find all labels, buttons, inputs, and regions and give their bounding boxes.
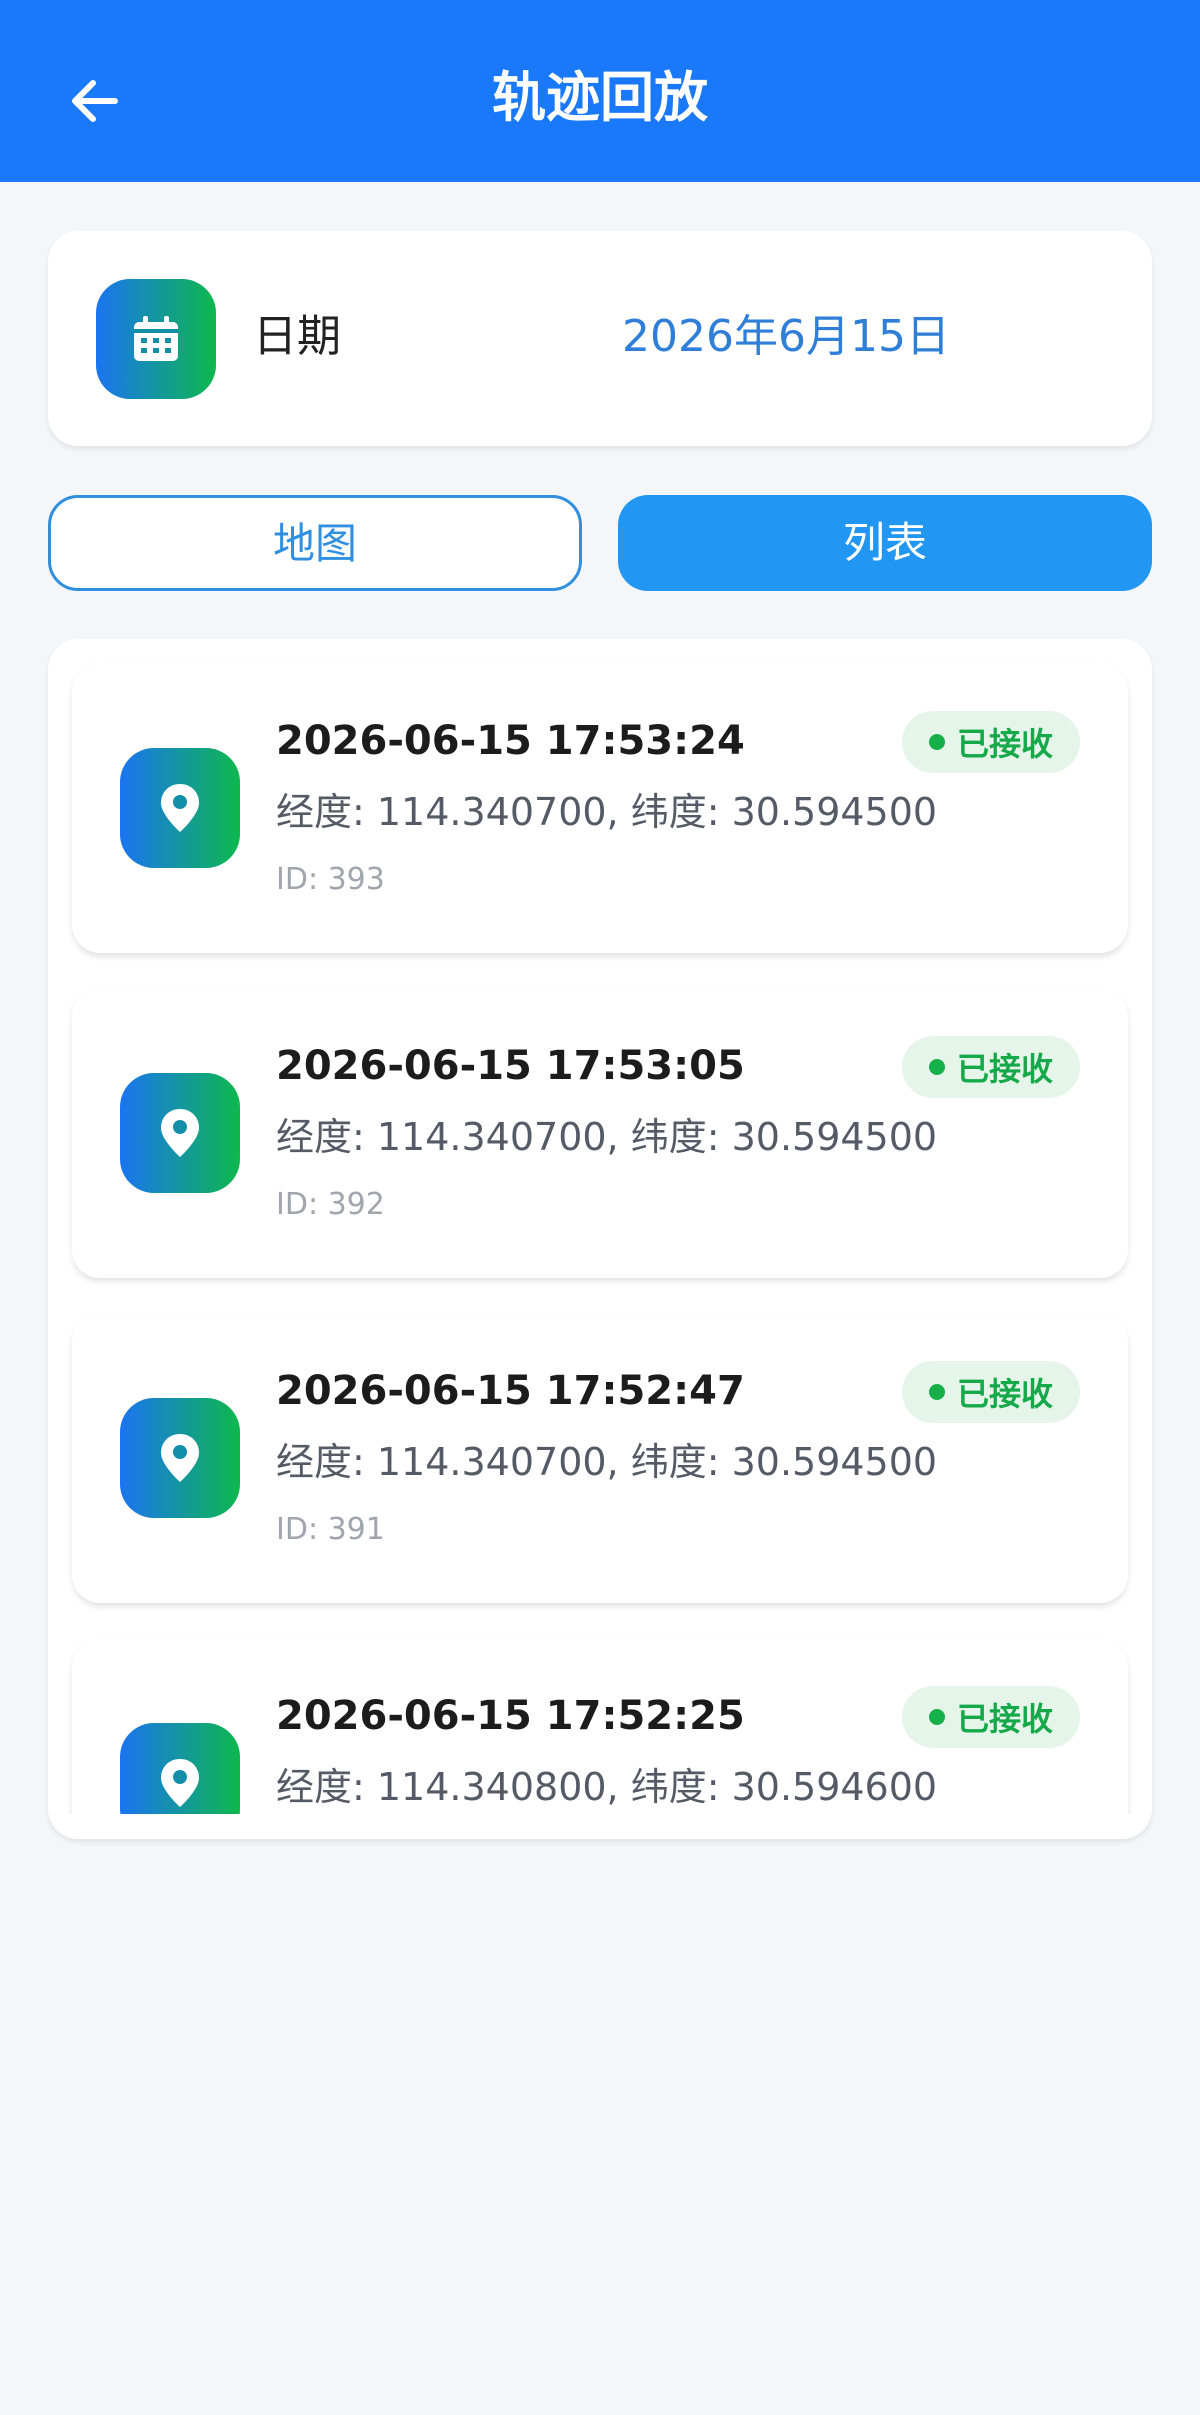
record-id: ID: 393 [276,862,385,897]
record-coordinates: 经度: 114.340800, 纬度: 30.594600 [276,1765,938,1809]
list-view-button[interactable]: 列表 [618,495,1152,591]
record-timestamp: 2026-06-15 17:52:47 [276,1368,745,1414]
record-icon-badge [120,1398,240,1518]
status-text: 已接收 [956,725,1053,763]
status-dot [928,734,945,750]
record-timestamp: 2026-06-15 17:53:24 [276,718,745,764]
record-icon-badge [120,1073,240,1193]
app-screen: 轨迹回放 日期 2026年6月15日 地图 列表 2026-06-15 17:5… [0,0,1200,2415]
calendar-icon [134,316,178,361]
track-record-item[interactable]: 2026-06-15 17:53:05 经度: 114.340700, 纬度: … [72,988,1128,1278]
status-badge: 已接收 [902,1686,1080,1748]
date-icon-badge [96,279,216,399]
page-title: 轨迹回放 [492,66,708,129]
record-coordinates: 经度: 114.340700, 纬度: 30.594500 [276,1440,938,1484]
location-pin-icon [161,1434,199,1482]
record-coordinates: 经度: 114.340700, 纬度: 30.594500 [276,1115,938,1159]
record-id: ID: 392 [276,1187,385,1222]
status-dot [928,1384,945,1400]
status-badge: 已接收 [902,711,1080,773]
track-record-scroll-area[interactable]: 2026-06-15 17:53:24 经度: 114.340700, 纬度: … [48,639,1152,1814]
track-record-list[interactable]: 2026-06-15 17:53:24 经度: 114.340700, 纬度: … [48,639,1152,1839]
status-dot [928,1709,945,1725]
location-pin-icon [161,1759,199,1807]
record-id: ID: 391 [276,1512,385,1547]
status-badge: 已接收 [902,1361,1080,1423]
top-app-bar: 轨迹回放 [0,0,1200,182]
record-icon-badge [120,1723,240,1814]
date-value[interactable]: 2026年6月15日 [586,307,986,367]
record-coordinates: 经度: 114.340700, 纬度: 30.594500 [276,790,938,834]
track-record-item[interactable]: 2026-06-15 17:52:47 经度: 114.340700, 纬度: … [72,1313,1128,1603]
status-dot [928,1059,945,1075]
location-pin-icon [161,784,199,832]
track-record-item[interactable]: 2026-06-15 17:52:25 经度: 114.340800, 纬度: … [72,1638,1128,1814]
location-pin-icon [161,1109,199,1157]
map-view-button[interactable]: 地图 [48,495,582,591]
status-text: 已接收 [956,1375,1053,1413]
date-label: 日期 [253,311,341,362]
date-picker-card[interactable]: 日期 2026年6月15日 [48,231,1152,446]
record-icon-badge [120,748,240,868]
track-record-item[interactable]: 2026-06-15 17:53:24 经度: 114.340700, 纬度: … [72,663,1128,953]
record-timestamp: 2026-06-15 17:52:25 [276,1693,745,1739]
status-badge: 已接收 [902,1036,1080,1098]
status-text: 已接收 [956,1050,1053,1088]
status-text: 已接收 [956,1700,1053,1738]
record-timestamp: 2026-06-15 17:53:05 [276,1043,745,1089]
